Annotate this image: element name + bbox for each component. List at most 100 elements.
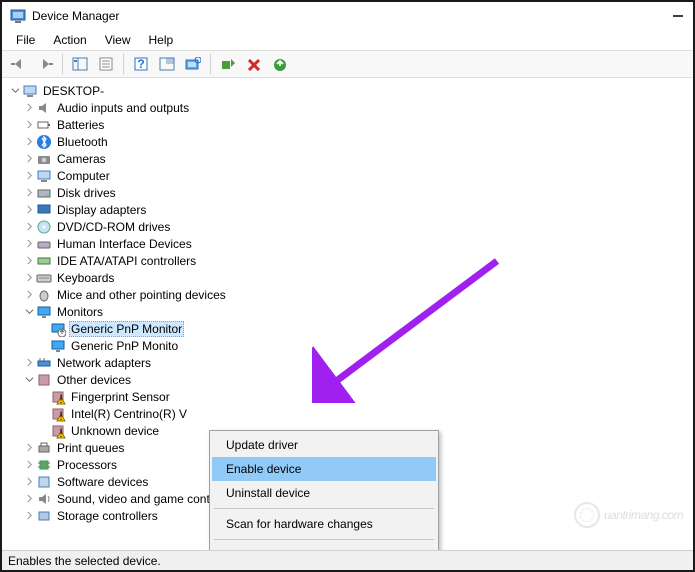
tree-item-disk-drives[interactable]: Disk drives (8, 184, 693, 201)
chevron-right-icon[interactable] (22, 356, 36, 370)
chevron-right-icon[interactable] (22, 186, 36, 200)
properties-button[interactable] (95, 53, 117, 75)
computer-icon (36, 168, 52, 184)
tree-item-monitors[interactable]: Monitors (8, 303, 693, 320)
toolbar: ? (2, 50, 693, 78)
window-title: Device Manager (32, 9, 671, 23)
disk-icon (36, 185, 52, 201)
tree-item-hid[interactable]: Human Interface Devices (8, 235, 693, 252)
chevron-right-icon[interactable] (22, 101, 36, 115)
tree-item-centrino[interactable]: !Intel(R) Centrino(R) V (8, 405, 693, 422)
printer-icon (36, 440, 52, 456)
chevron-right-icon[interactable] (22, 203, 36, 217)
monitor-disabled-icon (50, 321, 66, 337)
tree-item-generic-pnp-monitor-2[interactable]: Generic PnP Monito (8, 337, 693, 354)
hid-icon (36, 236, 52, 252)
cpu-icon (36, 457, 52, 473)
back-button[interactable] (8, 53, 30, 75)
storage-icon (36, 508, 52, 524)
monitor-icon (36, 304, 52, 320)
tree-item-audio[interactable]: Audio inputs and outputs (8, 99, 693, 116)
tree-item-computer[interactable]: Computer (8, 167, 693, 184)
titlebar: Device Manager (2, 2, 693, 30)
app-icon (10, 8, 26, 24)
ctx-update-driver[interactable]: Update driver (212, 433, 436, 457)
mouse-icon (36, 287, 52, 303)
action-button[interactable] (156, 53, 178, 75)
chevron-down-icon[interactable] (22, 373, 36, 387)
display-icon (36, 202, 52, 218)
chevron-right-icon[interactable] (22, 254, 36, 268)
svg-text:?: ? (137, 57, 144, 71)
help-button[interactable]: ? (130, 53, 152, 75)
tree-item-bluetooth[interactable]: Bluetooth (8, 133, 693, 150)
chevron-right-icon[interactable] (22, 492, 36, 506)
software-icon (36, 474, 52, 490)
chevron-right-icon[interactable] (22, 288, 36, 302)
chevron-right-icon[interactable] (22, 152, 36, 166)
tree-item-batteries[interactable]: Batteries (8, 116, 693, 133)
chevron-right-icon[interactable] (22, 441, 36, 455)
svg-text:!: ! (59, 392, 62, 405)
tree-item-keyboards[interactable]: Keyboards (8, 269, 693, 286)
ctx-uninstall-device[interactable]: Uninstall device (212, 481, 436, 505)
camera-icon (36, 151, 52, 167)
chevron-right-icon[interactable] (22, 135, 36, 149)
tree-item-generic-pnp-monitor-1[interactable]: Generic PnP Monitor (8, 320, 693, 337)
tree-item-dvd[interactable]: DVD/CD-ROM drives (8, 218, 693, 235)
chevron-right-icon[interactable] (22, 475, 36, 489)
tree-item-network[interactable]: Network adapters (8, 354, 693, 371)
other-devices-icon (36, 372, 52, 388)
monitor-icon (50, 338, 66, 354)
device-tree-panel: DESKTOP- Audio inputs and outputs Batter… (2, 78, 693, 550)
status-text: Enables the selected device. (8, 554, 161, 568)
chevron-right-icon[interactable] (22, 271, 36, 285)
toolbar-separator (210, 54, 211, 74)
toolbar-separator (62, 54, 63, 74)
menu-file[interactable]: File (8, 31, 43, 49)
enable-button[interactable] (217, 53, 239, 75)
dvd-icon (36, 219, 52, 235)
tree-item-mice[interactable]: Mice and other pointing devices (8, 286, 693, 303)
tree-item-ide[interactable]: IDE ATA/ATAPI controllers (8, 252, 693, 269)
ctx-separator (214, 508, 434, 509)
warning-icon: ! (50, 389, 66, 405)
ctx-separator (214, 539, 434, 540)
computer-icon (22, 83, 38, 99)
context-menu: Update driver Enable device Uninstall de… (209, 430, 439, 550)
ctx-scan-hardware[interactable]: Scan for hardware changes (212, 512, 436, 536)
menu-action[interactable]: Action (45, 31, 94, 49)
ctx-properties[interactable]: Properties (212, 543, 436, 550)
chevron-right-icon[interactable] (22, 118, 36, 132)
tree-item-cameras[interactable]: Cameras (8, 150, 693, 167)
update-driver-button[interactable] (269, 53, 291, 75)
ctx-enable-device[interactable]: Enable device (212, 457, 436, 481)
chevron-right-icon[interactable] (22, 237, 36, 251)
ide-icon (36, 253, 52, 269)
uninstall-button[interactable] (243, 53, 265, 75)
chevron-right-icon[interactable] (22, 509, 36, 523)
tree-item-fingerprint[interactable]: !Fingerprint Sensor (8, 388, 693, 405)
sound-icon (36, 491, 52, 507)
bluetooth-icon (36, 134, 52, 150)
tree-label: DESKTOP- (41, 84, 106, 98)
tree-item-other-devices[interactable]: Other devices (8, 371, 693, 388)
window-controls (671, 9, 685, 23)
svg-text:!: ! (59, 409, 62, 422)
forward-button[interactable] (34, 53, 56, 75)
chevron-right-icon[interactable] (22, 220, 36, 234)
scan-hardware-button[interactable] (182, 53, 204, 75)
show-hide-console-button[interactable] (69, 53, 91, 75)
tree-item-display-adapters[interactable]: Display adapters (8, 201, 693, 218)
tree-root[interactable]: DESKTOP- (8, 82, 693, 99)
chevron-down-icon[interactable] (22, 305, 36, 319)
network-icon (36, 355, 52, 371)
minimize-button[interactable] (671, 9, 685, 23)
chevron-right-icon[interactable] (22, 169, 36, 183)
chevron-right-icon[interactable] (22, 458, 36, 472)
menu-help[interactable]: Help (141, 31, 182, 49)
menu-view[interactable]: View (97, 31, 139, 49)
status-bar: Enables the selected device. (2, 550, 693, 570)
chevron-down-icon[interactable] (8, 84, 22, 98)
audio-icon (36, 100, 52, 116)
